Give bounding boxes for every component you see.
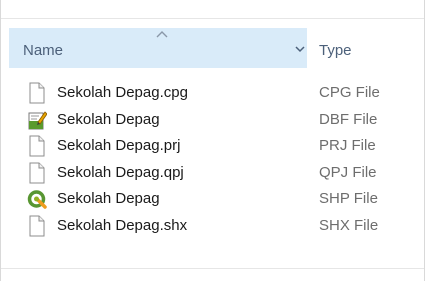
file-type: QPJ File: [319, 163, 377, 181]
document-icon: [29, 215, 45, 236]
file-name: Sekolah Depag: [57, 190, 160, 207]
list-item[interactable]: Sekolah Depag.qpj QPJ File: [1, 160, 424, 187]
list-item[interactable]: Sekolah Depag.cpg CPG File: [1, 80, 424, 107]
column-header-name[interactable]: Name: [9, 28, 307, 68]
divider: [1, 268, 424, 269]
qgis-icon: [27, 190, 47, 209]
column-header-row: Name Type: [1, 18, 424, 70]
file-type: SHX File: [319, 216, 379, 234]
list-item[interactable]: Sekolah Depag.prj PRJ File: [1, 133, 424, 160]
document-icon: [29, 82, 45, 104]
list-item[interactable]: Sekolah Depag DBF File: [1, 107, 424, 134]
toolbar-strip: [1, 0, 424, 19]
file-type: SHP File: [319, 190, 378, 207]
file-explorer-view: Name Type Sekolah Depag.cpg CPG File Sek…: [0, 0, 425, 281]
file-list: Sekolah Depag.cpg CPG File Sekolah Depag…: [1, 80, 424, 239]
chevron-down-icon[interactable]: [293, 42, 307, 56]
document-icon: [29, 135, 45, 157]
file-type: DBF File: [319, 110, 378, 128]
file-name: Sekolah Depag: [57, 110, 160, 128]
sort-ascending-icon: [156, 31, 168, 38]
file-name: Sekolah Depag.prj: [57, 137, 181, 154]
file-name: Sekolah Depag.shx: [57, 216, 188, 234]
list-item[interactable]: Sekolah Depag.shx SHX File: [1, 213, 424, 240]
dbf-file-icon: [28, 110, 47, 129]
file-type: CPG File: [319, 84, 380, 101]
column-header-name-label: Name: [23, 42, 64, 59]
document-icon: [29, 162, 45, 183]
column-header-type[interactable]: Type: [319, 42, 352, 59]
list-item[interactable]: Sekolah Depag SHP File: [1, 186, 424, 213]
file-name: Sekolah Depag.cpg: [57, 84, 188, 101]
file-name: Sekolah Depag.qpj: [57, 163, 184, 181]
file-type: PRJ File: [319, 137, 376, 154]
